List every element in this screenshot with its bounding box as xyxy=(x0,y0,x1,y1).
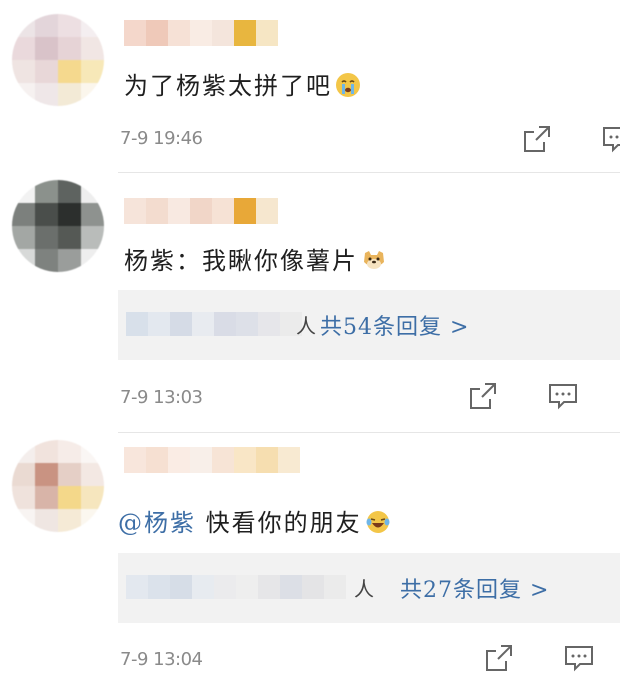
timestamp: 7-9 19:46 xyxy=(120,128,203,149)
comment-item: 为了杨紫太拼了吧 7-9 19:46 xyxy=(0,0,620,175)
comment-icon[interactable] xyxy=(564,643,596,673)
username-blurred[interactable] xyxy=(124,20,278,46)
share-icon[interactable] xyxy=(522,124,554,154)
crying-face-icon xyxy=(336,73,360,97)
share-icon[interactable] xyxy=(468,381,500,411)
comment-icon[interactable] xyxy=(602,124,620,154)
comment-item: 杨紫：我瞅你像薯片 人 共54条回复 > 7-9 13:03 xyxy=(0,175,620,435)
replies-preview[interactable]: 人 共27条回复 > xyxy=(118,553,620,623)
avatar[interactable] xyxy=(12,440,104,532)
share-icon[interactable] xyxy=(484,643,516,673)
comment-body: 快看你的朋友 xyxy=(196,509,362,537)
comment-body: 为了杨紫太拼了吧 xyxy=(124,72,332,100)
reply-author-suffix: 人 xyxy=(354,577,374,601)
divider xyxy=(118,172,620,173)
comment-text: @杨紫 快看你的朋友 xyxy=(118,503,390,538)
comment-body: 杨紫：我瞅你像薯片 xyxy=(124,247,358,275)
avatar[interactable] xyxy=(12,14,104,106)
comment-text: 为了杨紫太拼了吧 xyxy=(124,66,360,101)
avatar[interactable] xyxy=(12,180,104,272)
timestamp: 7-9 13:04 xyxy=(120,649,203,670)
view-replies-link[interactable]: 共27条回复 > xyxy=(400,572,549,604)
divider xyxy=(118,432,620,433)
timestamp: 7-9 13:03 xyxy=(120,387,203,408)
comment-item: @杨紫 快看你的朋友 人 共27条回复 > 7-9 13:04 xyxy=(0,435,620,695)
mention-link[interactable]: @杨紫 xyxy=(118,509,196,537)
comment-icon[interactable] xyxy=(548,381,580,411)
replies-preview[interactable]: 人 共54条回复 > xyxy=(118,290,620,360)
comment-text: 杨紫：我瞅你像薯片 xyxy=(124,241,386,276)
reply-author-suffix: 人 xyxy=(296,314,316,338)
doge-face-icon xyxy=(362,248,386,272)
laughing-tears-icon xyxy=(366,510,390,534)
username-blurred[interactable] xyxy=(124,447,300,473)
username-blurred[interactable] xyxy=(124,198,278,224)
reply-authors-blurred xyxy=(126,312,302,336)
view-replies-link[interactable]: 共54条回复 > xyxy=(320,309,469,341)
reply-authors-blurred xyxy=(126,575,346,599)
